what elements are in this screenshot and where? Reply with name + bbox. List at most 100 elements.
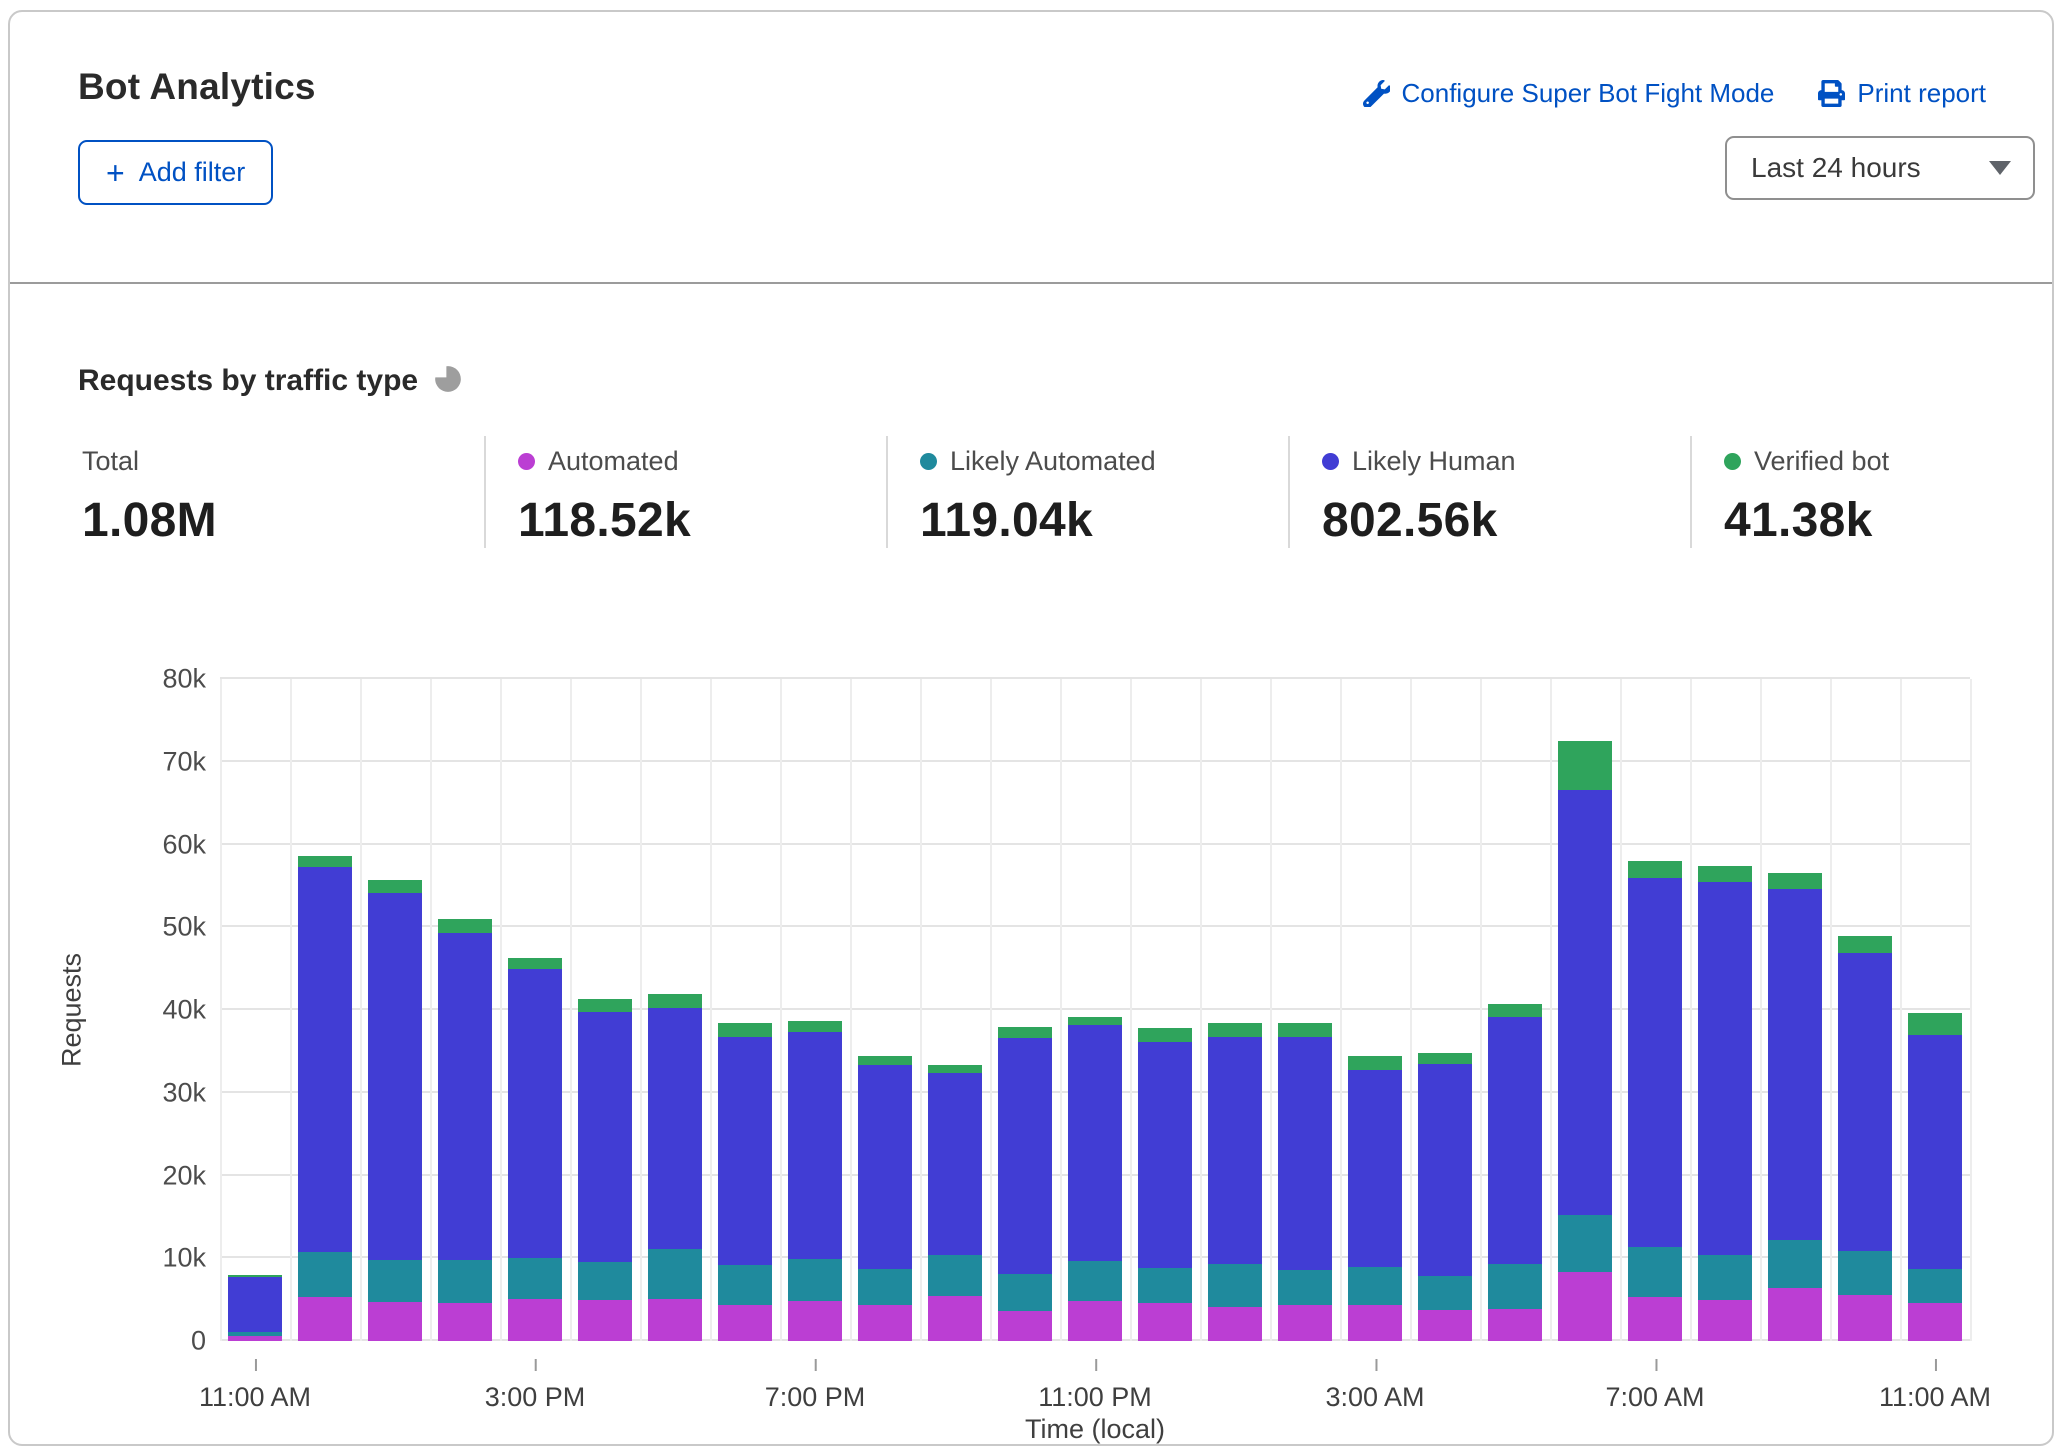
- bar-segment-verified-bot[interactable]: [1698, 866, 1752, 882]
- bar-segment-automated[interactable]: [648, 1299, 702, 1341]
- bar-segment-likely-automated[interactable]: [1838, 1251, 1892, 1295]
- bar-segment-likely-automated[interactable]: [298, 1252, 352, 1297]
- bar-segment-likely-human[interactable]: [1838, 953, 1892, 1251]
- bar-segment-likely-human[interactable]: [298, 867, 352, 1253]
- stacked-bar[interactable]: [578, 999, 632, 1341]
- stacked-bar[interactable]: [1558, 741, 1612, 1341]
- bar-segment-verified-bot[interactable]: [1768, 873, 1822, 889]
- bar-segment-likely-automated[interactable]: [788, 1259, 842, 1301]
- bar-segment-automated[interactable]: [998, 1311, 1052, 1341]
- print-report-link[interactable]: Print report: [1818, 78, 1986, 109]
- bar-segment-likely-automated[interactable]: [1208, 1264, 1262, 1307]
- time-range-dropdown[interactable]: Last 24 hours: [1725, 136, 2035, 200]
- bar-segment-verified-bot[interactable]: [1138, 1028, 1192, 1042]
- bar-segment-automated[interactable]: [1768, 1288, 1822, 1341]
- stacked-bar[interactable]: [368, 880, 422, 1341]
- bar-segment-likely-automated[interactable]: [368, 1260, 422, 1302]
- bar-segment-likely-human[interactable]: [1068, 1025, 1122, 1261]
- bar-segment-automated[interactable]: [1348, 1305, 1402, 1341]
- stacked-bar[interactable]: [298, 856, 352, 1341]
- bar-segment-likely-automated[interactable]: [1348, 1267, 1402, 1305]
- bar-segment-likely-automated[interactable]: [1698, 1255, 1752, 1300]
- stacked-bar[interactable]: [1138, 1028, 1192, 1341]
- bar-segment-likely-human[interactable]: [508, 969, 562, 1258]
- bar-segment-likely-human[interactable]: [1418, 1064, 1472, 1277]
- bar-segment-automated[interactable]: [928, 1296, 982, 1341]
- bar-segment-automated[interactable]: [1908, 1303, 1962, 1341]
- stacked-bar[interactable]: [1488, 1004, 1542, 1341]
- stacked-bar[interactable]: [718, 1023, 772, 1341]
- bar-segment-likely-human[interactable]: [928, 1073, 982, 1255]
- bar-segment-likely-human[interactable]: [368, 893, 422, 1260]
- bar-segment-likely-automated[interactable]: [1488, 1264, 1542, 1309]
- bar-segment-verified-bot[interactable]: [718, 1023, 772, 1036]
- bar-segment-automated[interactable]: [228, 1336, 282, 1341]
- bar-segment-likely-human[interactable]: [438, 933, 492, 1260]
- bar-segment-automated[interactable]: [788, 1301, 842, 1341]
- bar-segment-likely-human[interactable]: [648, 1008, 702, 1250]
- bar-segment-verified-bot[interactable]: [1278, 1023, 1332, 1036]
- bar-segment-automated[interactable]: [1208, 1307, 1262, 1341]
- bar-segment-likely-automated[interactable]: [438, 1260, 492, 1303]
- bar-segment-verified-bot[interactable]: [928, 1065, 982, 1073]
- bar-segment-automated[interactable]: [1418, 1310, 1472, 1341]
- stacked-bar[interactable]: [228, 1275, 282, 1341]
- bar-segment-likely-human[interactable]: [1348, 1070, 1402, 1267]
- bar-segment-verified-bot[interactable]: [1208, 1023, 1262, 1036]
- bar-segment-likely-automated[interactable]: [648, 1249, 702, 1299]
- stacked-bar[interactable]: [1418, 1053, 1472, 1341]
- bar-segment-likely-human[interactable]: [1628, 878, 1682, 1247]
- bar-segment-automated[interactable]: [1558, 1272, 1612, 1342]
- bar-segment-verified-bot[interactable]: [508, 958, 562, 970]
- bar-segment-verified-bot[interactable]: [1348, 1056, 1402, 1070]
- configure-super-bot-fight-mode-link[interactable]: Configure Super Bot Fight Mode: [1363, 78, 1775, 109]
- stacked-bar[interactable]: [648, 994, 702, 1341]
- stacked-bar[interactable]: [1628, 861, 1682, 1341]
- stacked-bar[interactable]: [928, 1065, 982, 1341]
- bar-segment-likely-human[interactable]: [578, 1012, 632, 1263]
- bar-segment-automated[interactable]: [1068, 1301, 1122, 1341]
- bar-segment-likely-human[interactable]: [228, 1277, 282, 1332]
- stacked-bar[interactable]: [1768, 873, 1822, 1341]
- bar-segment-automated[interactable]: [508, 1299, 562, 1341]
- bar-segment-automated[interactable]: [298, 1297, 352, 1341]
- bar-segment-likely-human[interactable]: [858, 1065, 912, 1269]
- bar-segment-verified-bot[interactable]: [648, 994, 702, 1007]
- bar-segment-verified-bot[interactable]: [1488, 1004, 1542, 1016]
- bar-segment-likely-human[interactable]: [1138, 1042, 1192, 1268]
- bar-segment-verified-bot[interactable]: [438, 919, 492, 933]
- stacked-bar[interactable]: [1838, 936, 1892, 1341]
- bar-segment-likely-human[interactable]: [1698, 882, 1752, 1255]
- bar-segment-likely-automated[interactable]: [1418, 1276, 1472, 1310]
- bar-segment-verified-bot[interactable]: [998, 1027, 1052, 1038]
- bar-segment-likely-automated[interactable]: [1278, 1270, 1332, 1305]
- bar-segment-verified-bot[interactable]: [298, 856, 352, 867]
- bar-segment-automated[interactable]: [1628, 1297, 1682, 1341]
- bar-segment-automated[interactable]: [718, 1305, 772, 1341]
- bar-segment-likely-automated[interactable]: [1628, 1247, 1682, 1297]
- bar-segment-verified-bot[interactable]: [1838, 936, 1892, 953]
- bar-segment-automated[interactable]: [1838, 1295, 1892, 1341]
- bar-segment-likely-human[interactable]: [788, 1032, 842, 1259]
- bar-segment-likely-human[interactable]: [1208, 1037, 1262, 1265]
- bar-segment-likely-automated[interactable]: [998, 1274, 1052, 1311]
- bar-segment-verified-bot[interactable]: [858, 1056, 912, 1066]
- bar-segment-likely-human[interactable]: [998, 1038, 1052, 1274]
- stacked-bar[interactable]: [788, 1021, 842, 1341]
- bar-segment-likely-human[interactable]: [718, 1037, 772, 1265]
- bar-segment-automated[interactable]: [1138, 1303, 1192, 1341]
- stacked-bar[interactable]: [1208, 1023, 1262, 1341]
- bar-segment-likely-automated[interactable]: [1138, 1268, 1192, 1303]
- stacked-bar[interactable]: [438, 919, 492, 1341]
- add-filter-button[interactable]: + Add filter: [78, 140, 273, 205]
- bar-segment-likely-automated[interactable]: [1768, 1240, 1822, 1288]
- bar-segment-likely-automated[interactable]: [1908, 1269, 1962, 1303]
- bar-segment-verified-bot[interactable]: [1068, 1017, 1122, 1024]
- bar-segment-automated[interactable]: [858, 1305, 912, 1341]
- stacked-bar[interactable]: [1698, 866, 1752, 1341]
- stacked-bar[interactable]: [858, 1056, 912, 1341]
- bar-segment-likely-automated[interactable]: [508, 1258, 562, 1299]
- bar-segment-verified-bot[interactable]: [578, 999, 632, 1011]
- bar-segment-automated[interactable]: [438, 1303, 492, 1341]
- bar-segment-verified-bot[interactable]: [1558, 741, 1612, 790]
